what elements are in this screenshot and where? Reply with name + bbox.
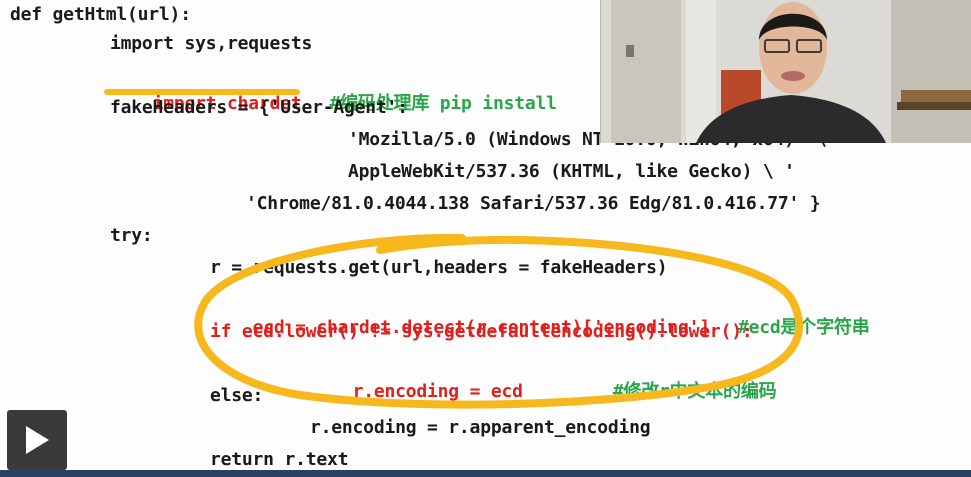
play-icon xyxy=(26,426,49,454)
code-line: else: xyxy=(210,385,264,406)
code-line: if ecd.lower() != sys.getdefaultencoding… xyxy=(210,321,753,342)
code-line: import chardet #编码处理库 pip install xyxy=(110,62,557,114)
code-line: def getHtml(url): xyxy=(10,4,191,25)
code-line: r.encoding = ecd #修改r中文本的编码 xyxy=(310,350,777,402)
code-text: r.encoding = ecd xyxy=(352,381,523,402)
code-line: import sys,requests xyxy=(110,33,313,54)
play-button[interactable] xyxy=(7,410,67,470)
code-line: ecd = chardet.detect(r.content)['encodin… xyxy=(210,286,870,338)
video-progress-bar[interactable] xyxy=(0,470,971,477)
code-line: try: xyxy=(110,225,153,246)
code-line: fakeHeaders = {'User-Agent': xyxy=(110,97,408,118)
highlight-underline xyxy=(104,89,300,95)
code-line: 'Chrome/81.0.4044.138 Safari/537.36 Edg/… xyxy=(246,193,821,214)
webcam-overlay xyxy=(600,0,971,143)
code-comment: #修改r中文本的编码 xyxy=(612,381,777,402)
presenter-video xyxy=(601,0,971,143)
code-line: AppleWebKit/537.36 (KHTML, like Gecko) \… xyxy=(348,161,795,182)
code-line: r = requests.get(url,headers = fakeHeade… xyxy=(210,257,668,278)
code-comment: #ecd是个字符串 xyxy=(737,317,870,338)
code-line: r.encoding = r.apparent_encoding xyxy=(310,417,651,438)
